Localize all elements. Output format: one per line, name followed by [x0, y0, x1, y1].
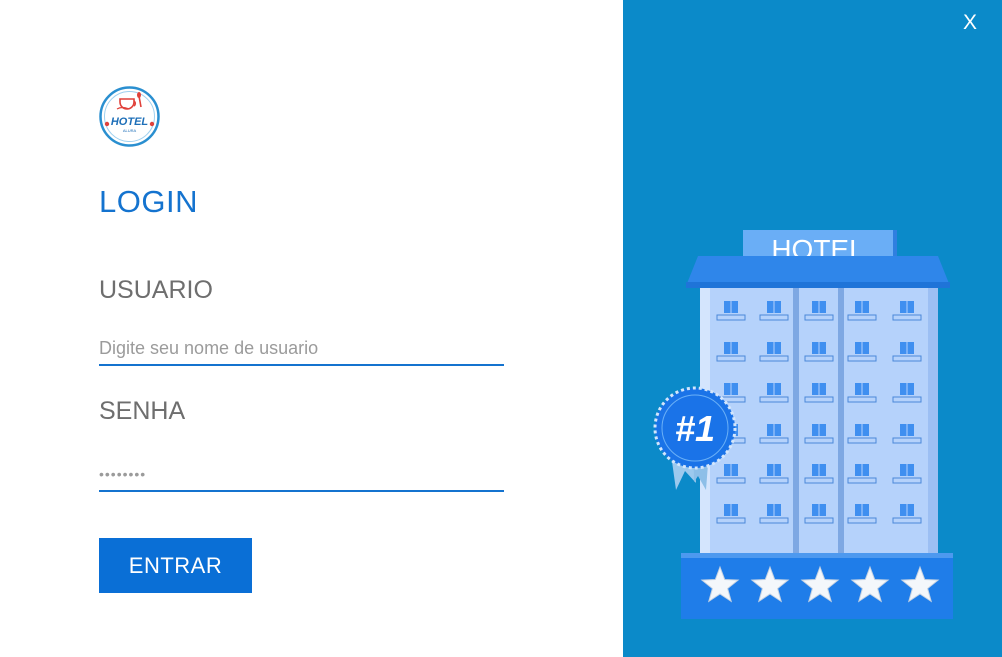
svg-text:HOTEL: HOTEL [111, 116, 149, 128]
login-title: LOGIN [99, 184, 198, 219]
login-panel: HOTEL ALURA LOGIN USUARIO SENHA ENTRAR [0, 0, 623, 657]
hotel-alura-logo: HOTEL ALURA [99, 86, 160, 147]
hotel-building-illustration: HOTEL #1 [653, 230, 953, 619]
rank-badge-text: #1 [675, 408, 715, 449]
username-label: USUARIO [99, 276, 213, 304]
hotel-roof [686, 256, 950, 286]
svg-text:ALURA: ALURA [123, 128, 137, 133]
username-input[interactable] [99, 332, 504, 366]
password-label: SENHA [99, 397, 186, 425]
password-input[interactable] [99, 458, 504, 492]
close-button[interactable]: X [955, 8, 985, 38]
login-button[interactable]: ENTRAR [99, 538, 252, 593]
